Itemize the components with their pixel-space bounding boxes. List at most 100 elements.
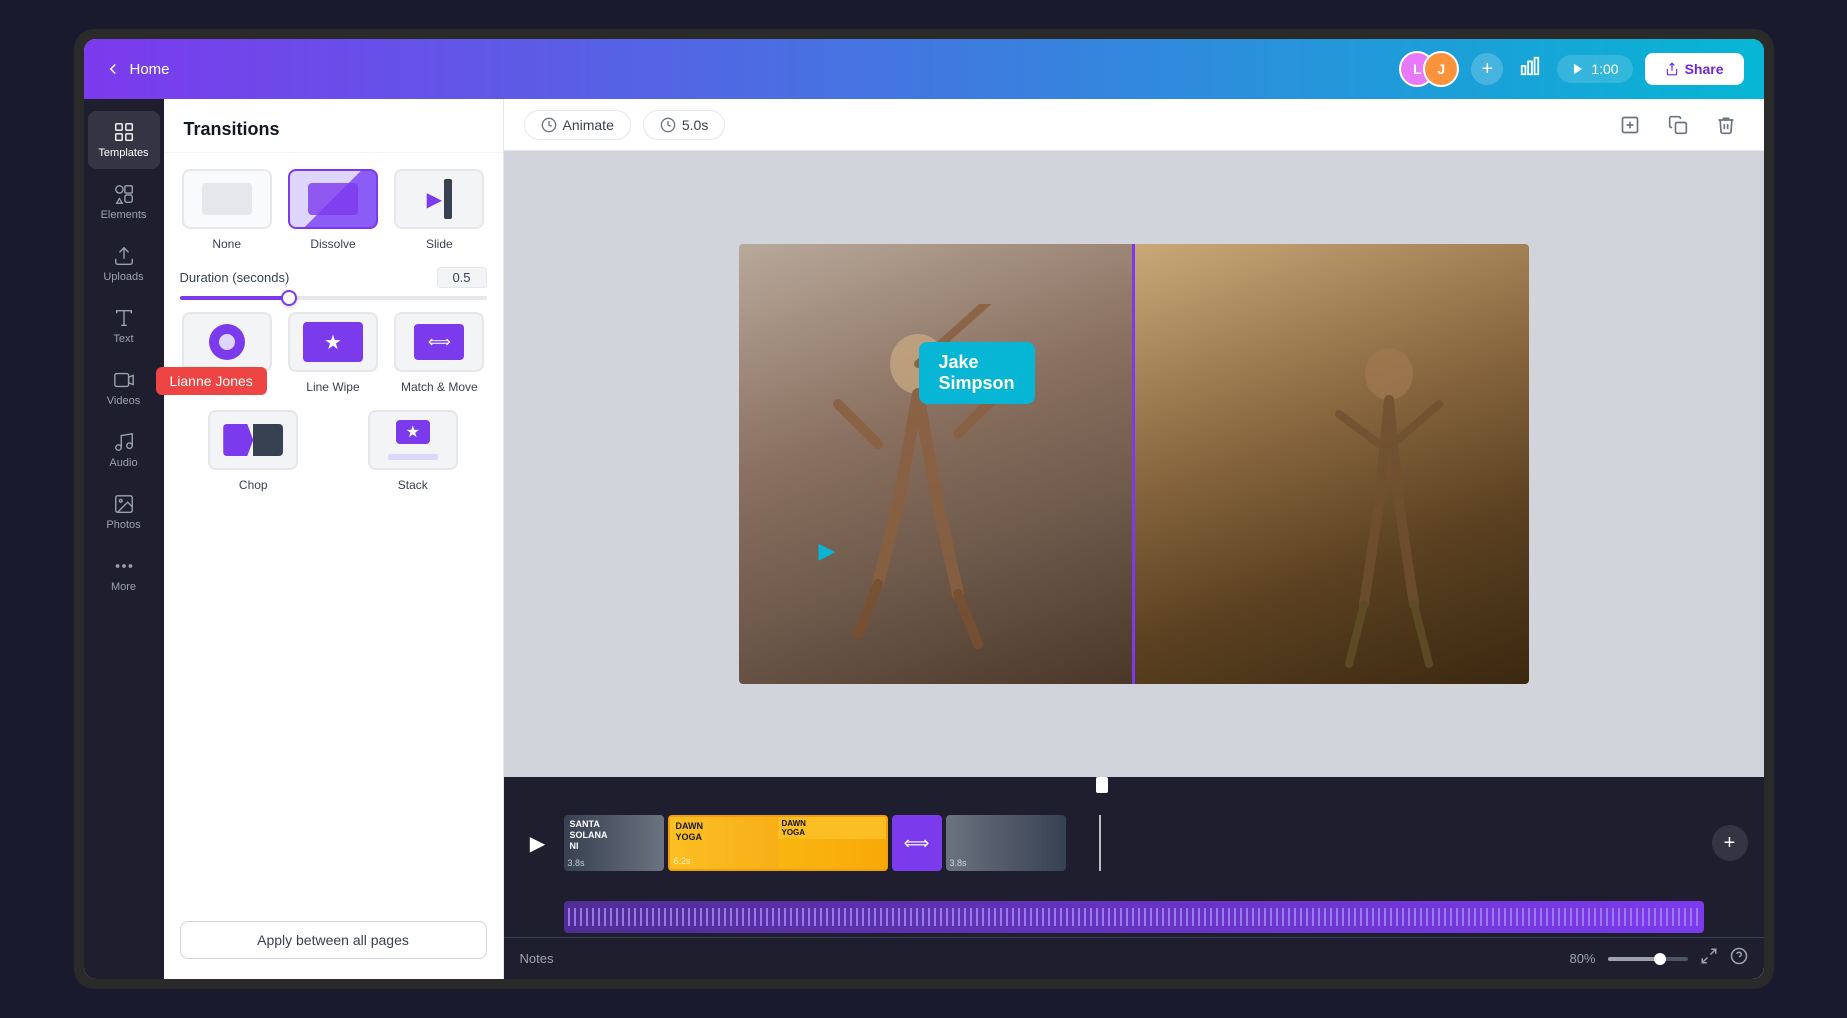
yoga-figure-right xyxy=(1289,324,1489,684)
photos-icon xyxy=(113,493,135,515)
fit-screen-icon[interactable] xyxy=(1700,947,1718,970)
play-time-button[interactable]: 1:00 xyxy=(1557,55,1632,83)
clip-4-duration: 3.8s xyxy=(950,858,967,868)
canvas-toolbar-right xyxy=(1612,107,1744,143)
sidebar-item-templates[interactable]: Templates xyxy=(88,111,160,169)
home-button[interactable]: Home xyxy=(104,60,170,78)
stack-thumb: ★ xyxy=(368,410,458,470)
canvas-toolbar: Animate 5.0s xyxy=(504,99,1764,151)
sidebar-label-templates: Templates xyxy=(98,147,148,159)
delete-button[interactable] xyxy=(1708,107,1744,143)
sidebar-item-elements[interactable]: Elements xyxy=(88,173,160,231)
timeline-needle xyxy=(1099,815,1101,871)
transition-slide[interactable]: ▶ Slide xyxy=(392,169,486,251)
transitions-row-1: None Dissolve ▶ xyxy=(164,153,503,267)
timeline-playhead[interactable] xyxy=(1096,777,1108,793)
top-bar-right: L J + 1:00 Share xyxy=(1399,51,1743,87)
sidebar-item-uploads[interactable]: Uploads xyxy=(88,235,160,293)
more-icon xyxy=(113,555,135,577)
text-icon xyxy=(113,307,135,329)
preview-divider xyxy=(1132,244,1135,684)
transition-match-move[interactable]: ⟺ Match & Move xyxy=(392,312,486,394)
dissolve-thumb xyxy=(288,169,378,229)
add-clip-button[interactable]: + xyxy=(1712,825,1748,861)
transition-dissolve[interactable]: Dissolve xyxy=(286,169,380,251)
slide-thumb: ▶ xyxy=(394,169,484,229)
timeline-area: ▶ SANTASOLANANI 3.8s xyxy=(504,777,1764,937)
timeline-play-button[interactable]: ▶ xyxy=(520,825,556,861)
analytics-icon[interactable] xyxy=(1515,51,1545,87)
sidebar-label-audio: Audio xyxy=(109,457,137,469)
play-time-label: 1:00 xyxy=(1591,61,1618,77)
zoom-level: 80% xyxy=(1569,951,1595,966)
share-icon xyxy=(1665,62,1679,76)
audio-track xyxy=(564,901,1704,933)
sidebar-label-text: Text xyxy=(113,333,133,345)
audio-icon xyxy=(113,431,135,453)
top-bar: Home L J + 1:00 xyxy=(84,39,1764,99)
clip-2-text: DAWNYOGA xyxy=(676,821,704,843)
clip-1-duration: 3.8s xyxy=(568,858,585,868)
canvas-area: Animate 5.0s xyxy=(504,99,1764,979)
video-preview: ▶ Jake Simpson xyxy=(504,151,1764,777)
transition-match-move-label: Match & Move xyxy=(401,380,478,394)
sidebar-label-videos: Videos xyxy=(107,395,140,407)
sidebar-item-audio[interactable]: Audio xyxy=(88,421,160,479)
circle-wipe-thumb xyxy=(182,312,272,372)
duration-value[interactable]: 0.5 xyxy=(437,267,487,288)
clip-1-text: SANTASOLANANI xyxy=(570,819,608,851)
jake-simpson-label: Jake Simpson xyxy=(919,342,1035,404)
transition-chop[interactable]: Chop xyxy=(180,410,328,492)
none-thumb xyxy=(182,169,272,229)
sidebar-item-photos[interactable]: Photos xyxy=(88,483,160,541)
animate-icon xyxy=(541,117,557,133)
timeline-clip-1[interactable]: SANTASOLANANI 3.8s xyxy=(564,815,664,871)
preview-container: ▶ Jake Simpson xyxy=(739,244,1529,684)
duplicate-button[interactable] xyxy=(1660,107,1696,143)
duration-slider[interactable] xyxy=(180,296,487,300)
sidebar-label-elements: Elements xyxy=(101,209,147,221)
uploads-icon xyxy=(113,245,135,267)
transition-none[interactable]: None xyxy=(180,169,274,251)
match-move-thumb: ⟺ xyxy=(394,312,484,372)
transition-line-wipe[interactable]: ★ Line Wipe xyxy=(286,312,380,394)
sidebar-label-photos: Photos xyxy=(106,519,140,531)
help-icon[interactable] xyxy=(1730,947,1748,970)
clips-container: SANTASOLANANI 3.8s DAWNYOGA 6.2s xyxy=(564,815,1704,871)
line-wipe-thumb: ★ xyxy=(288,312,378,372)
timeline-tracks: ▶ SANTASOLANANI 3.8s xyxy=(504,785,1764,901)
transition-none-label: None xyxy=(212,237,241,251)
sidebar-label-uploads: Uploads xyxy=(103,271,143,283)
transitions-row-3: Chop ★ Stack xyxy=(164,410,503,508)
transition-stack-label: Stack xyxy=(398,478,428,492)
duration-label: Duration (seconds) xyxy=(180,270,290,285)
sidebar-item-more[interactable]: More xyxy=(88,545,160,603)
transition-stack[interactable]: ★ Stack xyxy=(339,410,487,492)
add-collaborator-button[interactable]: + xyxy=(1471,53,1503,85)
share-button[interactable]: Share xyxy=(1645,53,1744,85)
cursor-icon: ▶ xyxy=(819,538,836,564)
transitions-row-2: Circle Wipe ★ Line Wipe ⟺ xyxy=(164,312,503,410)
time-button[interactable]: 5.0s xyxy=(643,110,725,140)
share-label: Share xyxy=(1685,61,1724,77)
transition-dissolve-label: Dissolve xyxy=(310,237,355,251)
panel-title: Transitions xyxy=(164,99,503,153)
avatar-2[interactable]: J xyxy=(1423,51,1459,87)
animate-button[interactable]: Animate xyxy=(524,110,631,140)
play-icon xyxy=(1571,62,1585,76)
templates-icon xyxy=(113,121,135,143)
add-page-button[interactable] xyxy=(1612,107,1648,143)
preview-left xyxy=(739,244,1133,684)
transition-slide-label: Slide xyxy=(426,237,453,251)
duration-row: Duration (seconds) 0.5 xyxy=(164,267,503,312)
sidebar-item-text[interactable]: Text xyxy=(88,297,160,355)
clock-icon xyxy=(660,117,676,133)
sidebar-item-videos[interactable]: Videos Lianne Jones xyxy=(88,359,160,417)
timeline-transition-clip[interactable]: ⟺ xyxy=(892,815,942,871)
timeline-bar xyxy=(504,777,1764,785)
timeline-clip-2[interactable]: DAWNYOGA 6.2s DAWNYOGA xyxy=(668,815,888,871)
home-label: Home xyxy=(130,61,170,78)
zoom-slider[interactable] xyxy=(1608,957,1688,961)
apply-all-button[interactable]: Apply between all pages xyxy=(180,921,487,959)
timeline-clip-4[interactable]: 3.8s xyxy=(946,815,1066,871)
